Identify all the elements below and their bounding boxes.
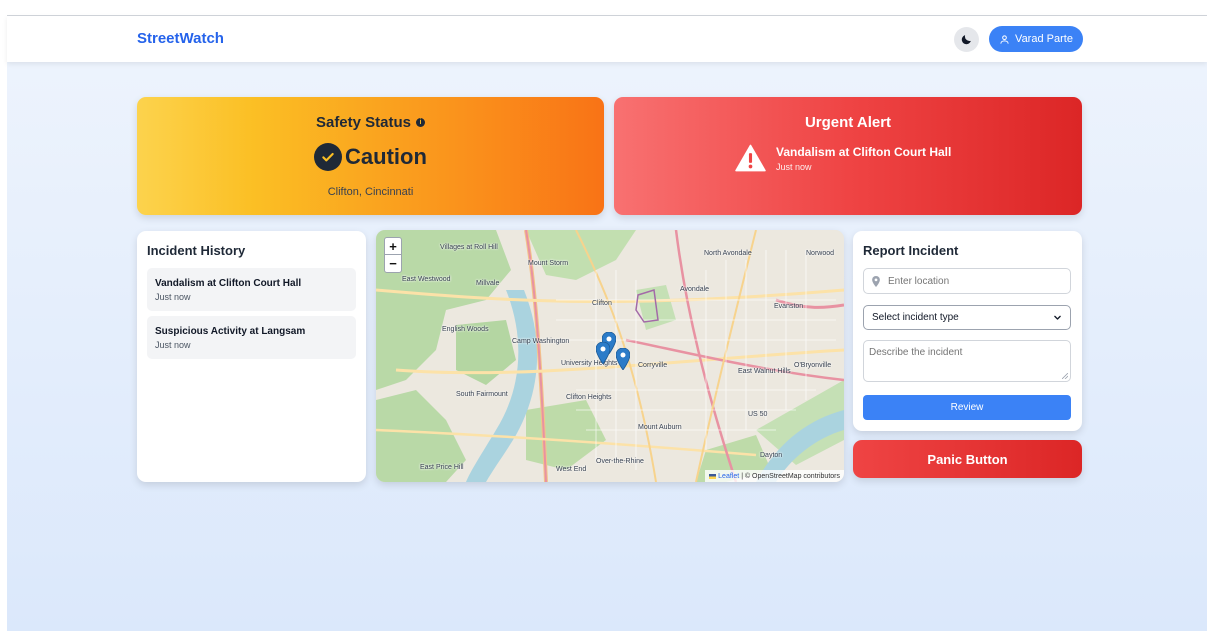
safety-status-value: Caution xyxy=(345,144,427,169)
user-name: Varad Parte xyxy=(1015,33,1073,45)
panic-button[interactable]: Panic Button xyxy=(853,440,1082,478)
info-icon[interactable]: i xyxy=(416,118,426,127)
location-pin-icon xyxy=(872,275,880,287)
description-field xyxy=(863,340,1071,382)
map-label: Corryville xyxy=(638,362,668,369)
map-label: Evanston xyxy=(774,303,804,310)
map-label: Norwood xyxy=(806,250,835,257)
safety-status-card: Safety Status i Caution Clifton, Cincinn… xyxy=(137,97,604,215)
safety-status-title: Safety Status xyxy=(315,114,412,131)
map-label: Villages at Roll Hill xyxy=(440,244,498,251)
map-label: Clifton xyxy=(592,300,612,307)
chevron-down-icon xyxy=(1054,315,1061,320)
user-profile-button[interactable]: Varad Parte xyxy=(989,26,1083,52)
safety-status-row: Caution xyxy=(137,143,604,171)
zoom-out-button[interactable]: − xyxy=(385,255,401,272)
user-icon xyxy=(1000,34,1009,44)
history-item-title: Vandalism at Clifton Court Hall xyxy=(155,278,302,289)
map-label: South Fairmount xyxy=(456,391,508,398)
flag-icon xyxy=(709,473,717,479)
urgent-alert-title: Urgent Alert xyxy=(804,114,892,131)
history-item[interactable]: Vandalism at Clifton Court Hall Just now xyxy=(147,268,356,311)
map-tiles xyxy=(376,230,844,482)
history-item-title: Suspicious Activity at Langsam xyxy=(155,326,306,337)
moon-icon xyxy=(961,35,971,45)
incident-history-title: Incident History xyxy=(147,243,246,258)
incident-type-value: Select incident type xyxy=(872,312,959,323)
incident-map[interactable]: Villages at Roll Hill East Westwood Mill… xyxy=(376,230,844,482)
location-input[interactable] xyxy=(888,275,1058,287)
urgent-alert-time: Just now xyxy=(776,161,812,172)
map-marker-icon[interactable] xyxy=(616,348,630,370)
map-label: O'Bryonville xyxy=(794,362,832,369)
report-incident-panel: Report Incident Select incident type Rev… xyxy=(853,231,1082,431)
leaflet-link[interactable]: Leaflet xyxy=(718,473,739,480)
top-navbar: StreetWatch Varad Parte xyxy=(7,16,1207,62)
history-item-time: Just now xyxy=(155,292,191,302)
urgent-alert-body: Vandalism at Clifton Court Hall Just now xyxy=(735,144,951,172)
map-label: East Price Hill xyxy=(420,464,464,471)
map-zoom-control: + − xyxy=(384,237,402,273)
map-label: Dayton xyxy=(760,452,783,459)
review-button[interactable]: Review xyxy=(863,395,1071,420)
map-label: US 50 xyxy=(748,411,768,418)
map-label: Avondale xyxy=(680,286,710,293)
safety-status-heading: Safety Status i xyxy=(137,114,604,131)
brand-logo[interactable]: StreetWatch xyxy=(137,30,224,47)
map-label: English Woods xyxy=(442,326,489,333)
map-label: Over-the-Rhine xyxy=(596,458,644,465)
report-incident-title: Report Incident xyxy=(863,243,959,258)
warning-icon xyxy=(735,144,766,172)
zoom-in-button[interactable]: + xyxy=(385,238,401,255)
map-label: Mount Auburn xyxy=(638,424,682,431)
safety-location: Clifton, Cincinnati xyxy=(327,186,414,198)
history-item-time: Just now xyxy=(155,340,191,350)
incident-history-panel: Incident History Vandalism at Clifton Co… xyxy=(137,231,366,482)
map-label: Camp Washington xyxy=(512,338,570,345)
map-label: East Walnut Hills xyxy=(738,368,791,375)
urgent-alert-message: Vandalism at Clifton Court Hall xyxy=(776,144,952,159)
map-attribution: Leaflet | © OpenStreetMap contributors xyxy=(705,470,844,482)
map-label: West End xyxy=(556,466,587,473)
resize-grip-icon[interactable] xyxy=(1062,373,1068,379)
map-label: North Avondale xyxy=(704,250,752,257)
map-label: Mount Storm xyxy=(528,260,569,267)
map-marker-icon[interactable] xyxy=(596,342,610,364)
description-textarea[interactable] xyxy=(869,347,1064,375)
check-circle-icon xyxy=(314,143,343,171)
osm-attribution[interactable]: | © OpenStreetMap contributors xyxy=(741,473,840,480)
history-item[interactable]: Suspicious Activity at Langsam Just now xyxy=(147,316,356,359)
app-frame: StreetWatch Varad Parte Safety Status i … xyxy=(7,15,1207,631)
urgent-alert-card: Urgent Alert Vandalism at Clifton Court … xyxy=(614,97,1082,215)
map-label: Millvale xyxy=(476,280,500,287)
location-field xyxy=(863,268,1071,294)
incident-type-select[interactable]: Select incident type xyxy=(863,305,1071,330)
map-label: East Westwood xyxy=(402,276,451,283)
theme-toggle-button[interactable] xyxy=(954,27,979,52)
map-label: Clifton Heights xyxy=(566,394,612,401)
